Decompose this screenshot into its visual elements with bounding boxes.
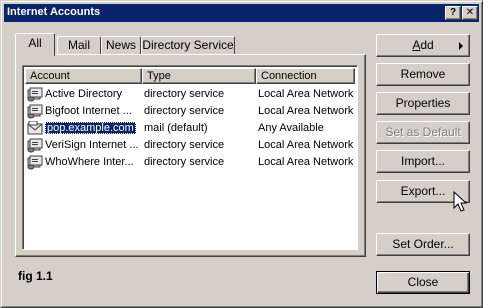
set-as-default-button[interactable]: Set as Default: [376, 121, 470, 144]
help-icon: ?: [449, 7, 457, 18]
account-connection: Local Area Network: [258, 88, 354, 100]
account-connection: Local Area Network: [258, 105, 354, 117]
remove-button[interactable]: Remove: [376, 63, 470, 86]
tab-panel: Account Type Connection Active Directory…: [15, 54, 366, 257]
title-close-button[interactable]: ✕: [462, 6, 478, 20]
export-button-label: Export...: [400, 184, 446, 198]
window-title: Internet Accounts: [7, 6, 101, 18]
title-bar[interactable]: Internet Accounts ? ✕: [4, 4, 479, 22]
column-header-account-label: Account: [30, 70, 70, 82]
column-header-type[interactable]: Type: [142, 68, 256, 84]
account-connection: Local Area Network: [258, 139, 354, 151]
tab-news-label: News: [105, 38, 136, 52]
directory-service-icon: [27, 155, 43, 170]
add-button[interactable]: Add: [376, 34, 470, 57]
table-row[interactable]: Bigfoot Internet ... directory service Loc…: [25, 103, 355, 120]
account-type: directory service: [144, 88, 225, 100]
account-type: mail (default): [144, 122, 208, 134]
account-type: directory service: [144, 156, 225, 168]
import-button[interactable]: Import...: [376, 150, 470, 173]
tab-all-label: All: [28, 36, 42, 50]
directory-service-icon: [27, 138, 43, 153]
directory-service-icon: [27, 87, 43, 102]
add-button-label: Add: [412, 38, 434, 52]
account-type: directory service: [144, 105, 225, 117]
table-row[interactable]: pop.example.com mail (default) Any Availab…: [25, 120, 355, 137]
account-connection: Any Available: [258, 122, 324, 134]
list-header: Account Type Connection: [25, 68, 355, 84]
account-name: VeriSign Internet ...: [45, 139, 139, 151]
figure-caption: fig 1.1: [18, 269, 53, 283]
column-header-connection[interactable]: Connection: [256, 68, 355, 84]
table-row[interactable]: WhoWhere Inter... directory service Local …: [25, 154, 355, 171]
tab-news[interactable]: News: [101, 36, 141, 54]
tab-mail-label: Mail: [67, 38, 90, 52]
accounts-list[interactable]: Account Type Connection Active Directory…: [22, 65, 358, 250]
help-button[interactable]: ?: [445, 6, 461, 20]
table-row[interactable]: VeriSign Internet ... directory service Lo…: [25, 137, 355, 154]
account-name: pop.example.com: [45, 122, 136, 134]
close-icon: ✕: [465, 7, 475, 18]
submenu-arrow-icon: [459, 42, 463, 50]
directory-service-icon: [27, 104, 43, 119]
set-as-default-button-label: Set as Default: [385, 125, 461, 139]
set-order-button-label: Set Order...: [392, 237, 454, 251]
tab-mail[interactable]: Mail: [57, 36, 101, 54]
properties-button[interactable]: Properties: [376, 92, 470, 115]
close-button[interactable]: Close: [376, 271, 470, 294]
internet-accounts-dialog: Internet Accounts ? ✕ All Mail News Dire…: [0, 0, 483, 308]
column-header-account[interactable]: Account: [25, 68, 142, 84]
list-rows: Active Directory directory service Local A…: [25, 86, 355, 171]
tab-directory-service-label: Directory Service: [142, 38, 234, 52]
column-header-connection-label: Connection: [261, 70, 317, 82]
account-type: directory service: [144, 139, 225, 151]
tab-all[interactable]: All: [15, 33, 55, 56]
table-row[interactable]: Active Directory directory service Local A…: [25, 86, 355, 103]
account-name: WhoWhere Inter...: [45, 156, 134, 168]
account-connection: Local Area Network: [258, 156, 354, 168]
tab-directory-service[interactable]: Directory Service: [141, 36, 235, 54]
account-name: Bigfoot Internet ...: [45, 105, 132, 117]
column-header-type-label: Type: [147, 70, 171, 82]
remove-button-label: Remove: [400, 67, 446, 81]
mail-account-icon: [27, 120, 43, 136]
set-order-button[interactable]: Set Order...: [376, 233, 470, 256]
account-name: Active Directory: [45, 88, 123, 100]
mouse-pointer-icon: [453, 191, 467, 212]
close-button-label: Close: [407, 275, 439, 289]
import-button-label: Import...: [400, 154, 445, 168]
properties-button-label: Properties: [395, 96, 451, 110]
